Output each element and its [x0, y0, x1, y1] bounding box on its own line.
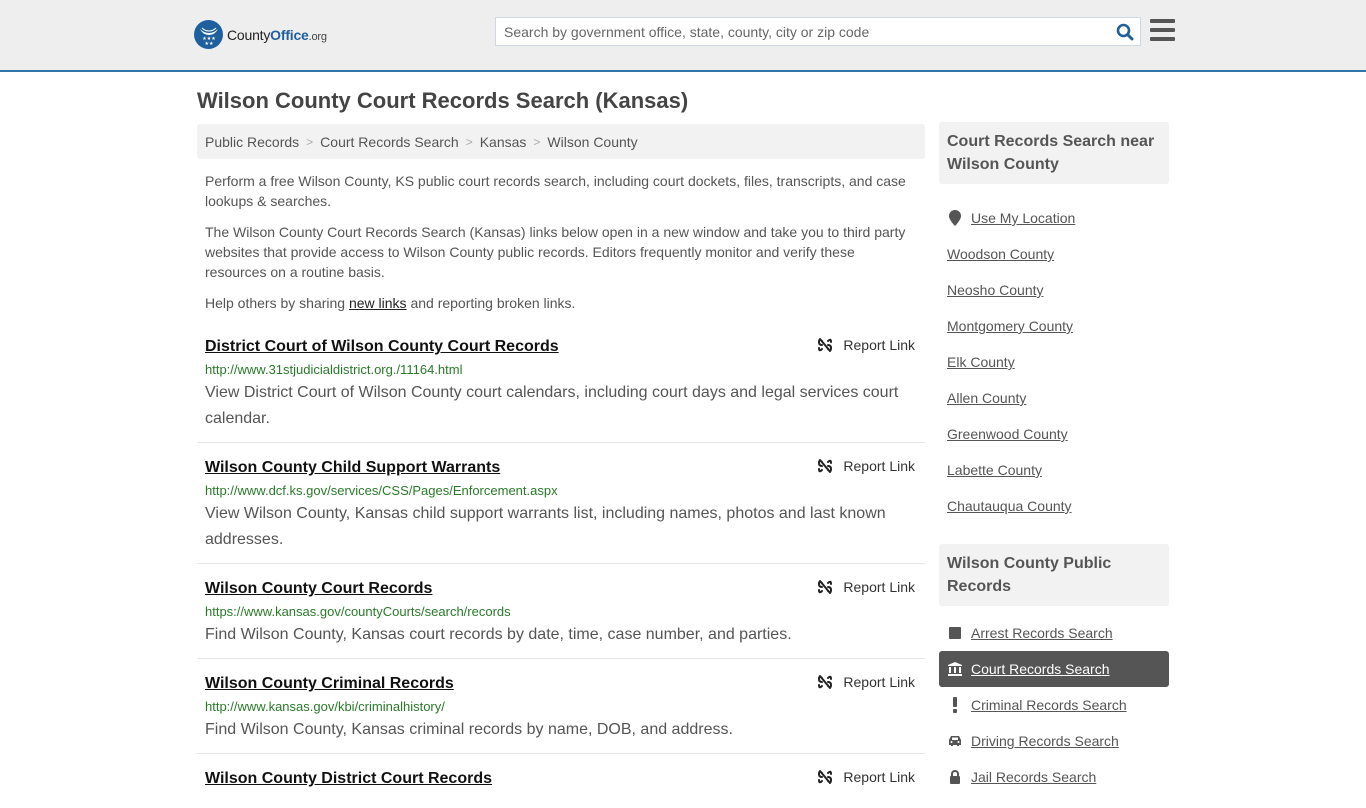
eagle-logo-icon: ★★★ ★★	[194, 20, 223, 49]
county-link[interactable]: Labette County	[947, 462, 1042, 478]
menu-icon-bar	[1150, 19, 1175, 23]
map-pin-icon	[947, 210, 963, 226]
logo-text: CountyOffice.org	[227, 26, 327, 43]
result-description: View Wilson County, Kansas child support…	[205, 505, 886, 548]
result-item: Wilson County Criminal Records Report Li…	[197, 668, 925, 754]
public-records-list: Arrest Records Search Court Records Sear…	[939, 615, 1169, 795]
broken-link-icon	[818, 338, 833, 352]
breadcrumb-separator: >	[306, 134, 314, 149]
car-icon	[947, 735, 963, 747]
nearby-county-item: Allen County	[939, 380, 1169, 416]
result-title-link[interactable]: Wilson County Child Support Warrants	[205, 452, 500, 478]
report-link-button[interactable]: Report Link	[817, 579, 915, 595]
intro-paragraph: Help others by sharing new links and rep…	[205, 295, 576, 311]
breadcrumb-current: Wilson County	[547, 133, 638, 150]
breadcrumb-separator: >	[465, 134, 473, 149]
report-link-button[interactable]: Report Link	[817, 458, 915, 474]
report-link-button[interactable]: Report Link	[817, 674, 915, 690]
result-item: Wilson County Child Support Warrants Rep…	[197, 452, 925, 564]
nearby-county-item: Chautauqua County	[939, 488, 1169, 524]
public-records-item-driving[interactable]: Driving Records Search	[939, 723, 1169, 759]
search-icon	[1116, 23, 1134, 40]
result-item: Wilson County Court Records Report Link …	[197, 573, 925, 659]
county-link[interactable]: Montgomery County	[947, 318, 1073, 334]
public-records-item-jail[interactable]: Jail Records Search	[939, 759, 1169, 795]
search-bar	[495, 17, 1141, 46]
sidebar: Court Records Search near Wilson County …	[939, 122, 1169, 795]
report-link-button[interactable]: Report Link	[817, 769, 915, 785]
result-title-link[interactable]: Wilson County Criminal Records	[205, 668, 454, 694]
result-description: Find Wilson County, Kansas criminal reco…	[205, 721, 733, 738]
result-title-link[interactable]: Wilson County District Court Records	[205, 763, 492, 789]
result-description: Find Wilson County, Kansas court records…	[205, 626, 792, 643]
new-links-link[interactable]: new links	[349, 295, 407, 311]
courthouse-icon	[947, 662, 963, 676]
jail-records-link[interactable]: Jail Records Search	[971, 769, 1096, 785]
page-title: Wilson County Court Records Search (Kans…	[197, 88, 689, 113]
result-url: https://www.kansas.gov/countyCourts/sear…	[205, 604, 511, 619]
results-list: District Court of Wilson County Court Re…	[197, 331, 925, 799]
result-url: http://www.31stjudicialdistrict.org./111…	[205, 362, 463, 377]
nearby-county-item: Labette County	[939, 452, 1169, 488]
breadcrumb-separator: >	[533, 134, 541, 149]
hamburger-menu-button[interactable]	[1150, 19, 1175, 41]
exclamation-icon	[947, 697, 963, 713]
breadcrumb: Public Records > Court Records Search > …	[197, 124, 925, 159]
nearby-county-item: Montgomery County	[939, 308, 1169, 344]
public-records-item-criminal[interactable]: Criminal Records Search	[939, 687, 1169, 723]
county-link[interactable]: Chautauqua County	[947, 498, 1072, 514]
nearby-heading: Court Records Search near Wilson County	[939, 122, 1169, 184]
result-description: View District Court of Wilson County cou…	[205, 384, 899, 427]
search-input[interactable]	[496, 18, 1110, 45]
public-records-heading: Wilson County Public Records	[939, 544, 1169, 606]
square-icon	[947, 627, 963, 639]
arrest-records-link[interactable]: Arrest Records Search	[971, 625, 1113, 641]
broken-link-icon	[818, 459, 833, 473]
driving-records-link[interactable]: Driving Records Search	[971, 733, 1119, 749]
broken-link-icon	[818, 675, 833, 689]
lock-icon	[947, 770, 963, 784]
search-button[interactable]	[1110, 18, 1140, 45]
site-header: ★★★ ★★ CountyOffice.org	[0, 0, 1366, 72]
county-link[interactable]: Greenwood County	[947, 426, 1068, 442]
use-location-item: Use My Location	[939, 200, 1169, 236]
nearby-county-item: Neosho County	[939, 272, 1169, 308]
county-link[interactable]: Woodson County	[947, 246, 1054, 262]
result-url: http://www.dcf.ks.gov/services/CSS/Pages…	[205, 483, 558, 498]
public-records-item-court[interactable]: Court Records Search	[939, 651, 1169, 687]
use-my-location-link[interactable]: Use My Location	[971, 210, 1075, 226]
nearby-county-item: Greenwood County	[939, 416, 1169, 452]
court-records-link[interactable]: Court Records Search	[971, 661, 1110, 677]
breadcrumb-public-records[interactable]: Public Records	[205, 134, 299, 150]
intro-text: Perform a free Wilson County, KS public …	[197, 171, 925, 313]
criminal-records-link[interactable]: Criminal Records Search	[971, 697, 1127, 713]
broken-link-icon	[818, 770, 833, 784]
county-link[interactable]: Allen County	[947, 390, 1026, 406]
site-logo[interactable]: ★★★ ★★ CountyOffice.org	[194, 20, 327, 49]
svg-text:★★: ★★	[204, 41, 213, 46]
nearby-county-item: Elk County	[939, 344, 1169, 380]
breadcrumb-court-records-search[interactable]: Court Records Search	[320, 134, 459, 150]
county-link[interactable]: Elk County	[947, 354, 1015, 370]
intro-paragraph: The Wilson County Court Records Search (…	[205, 224, 906, 280]
result-item: District Court of Wilson County Court Re…	[197, 331, 925, 443]
menu-icon-bar	[1150, 28, 1175, 32]
breadcrumb-kansas[interactable]: Kansas	[480, 134, 527, 150]
public-records-item-arrest[interactable]: Arrest Records Search	[939, 615, 1169, 651]
result-url: http://www.kansas.gov/kbi/criminalhistor…	[205, 699, 445, 714]
result-title-link[interactable]: District Court of Wilson County Court Re…	[205, 331, 559, 357]
broken-link-icon	[818, 580, 833, 594]
result-title-link[interactable]: Wilson County Court Records	[205, 573, 432, 599]
intro-paragraph: Perform a free Wilson County, KS public …	[205, 173, 906, 209]
result-item: Wilson County District Court Records Rep…	[197, 763, 925, 799]
nearby-county-item: Woodson County	[939, 236, 1169, 272]
report-link-button[interactable]: Report Link	[817, 337, 915, 353]
main-content: Public Records > Court Records Search > …	[197, 124, 925, 808]
nearby-county-list: Use My Location Woodson County Neosho Co…	[939, 200, 1169, 524]
menu-icon-bar	[1150, 37, 1175, 41]
county-link[interactable]: Neosho County	[947, 282, 1044, 298]
